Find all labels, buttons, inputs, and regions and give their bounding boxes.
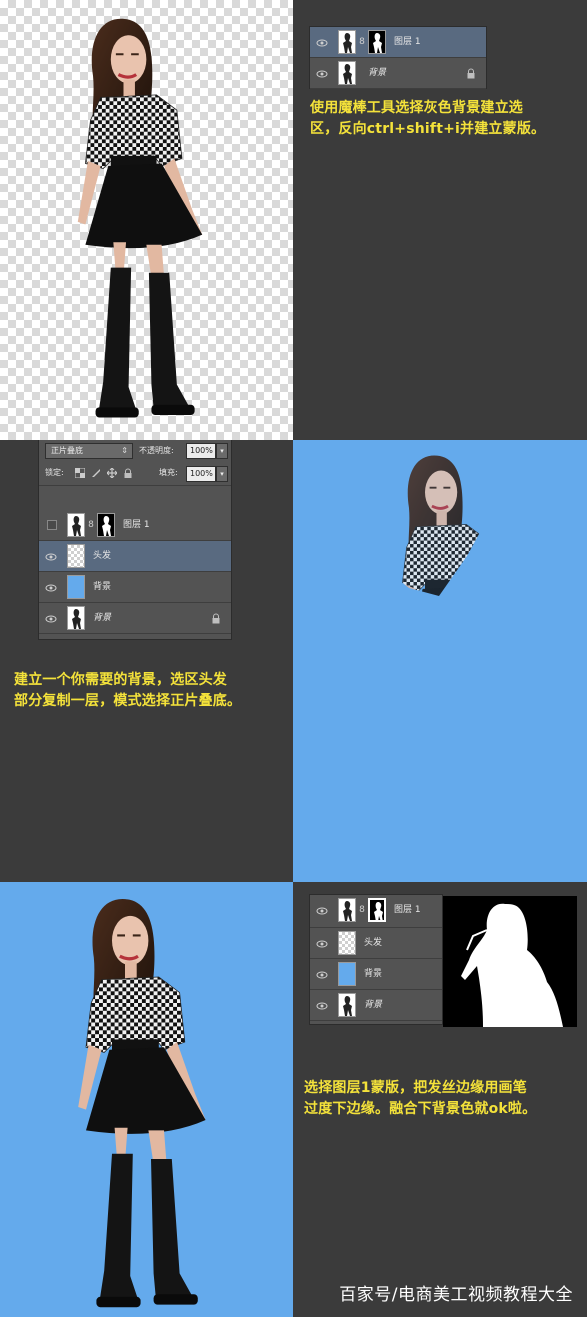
- link-icon[interactable]: 8: [87, 519, 95, 531]
- caption-line: 建立一个你需要的背景，选区头发: [14, 672, 227, 688]
- layer-name: 图层 1: [394, 37, 421, 47]
- layer-row[interactable]: 8 图层 1: [310, 27, 486, 58]
- lock-toolbar: 锁定: 填充: 100% ▾: [39, 462, 231, 486]
- opacity-label: 不透明度:: [139, 446, 174, 455]
- layers-panel-step3: 8 图层 1 头发 背景 背景: [309, 894, 443, 1025]
- eye-icon[interactable]: [316, 68, 328, 80]
- layer-row[interactable]: 8 图层 1: [310, 895, 442, 928]
- layer-row[interactable]: 背景: [310, 990, 442, 1021]
- eye-icon[interactable]: [316, 37, 328, 49]
- eye-icon[interactable]: [316, 969, 328, 981]
- hair-layer-image: [393, 454, 491, 596]
- layer-thumbnail: [67, 606, 85, 630]
- step2-blue-canvas: [293, 440, 587, 882]
- layer-name: 头发: [364, 938, 383, 948]
- watermark-text: 百家号/电商美工视频教程大全: [339, 1285, 573, 1305]
- caption-line: 部分复制一层，模式选择正片叠底。: [14, 693, 242, 709]
- layer-thumbnail: [67, 544, 85, 568]
- layer-name: 背景: [364, 1000, 383, 1010]
- layer-name: 图层 1: [394, 905, 421, 915]
- blend-mode-value: 正片叠底: [51, 446, 83, 455]
- opacity-input[interactable]: 100%: [186, 443, 216, 459]
- layer-thumbnail: [338, 931, 356, 955]
- layer-row[interactable]: 头发: [310, 928, 442, 959]
- link-icon[interactable]: 8: [358, 36, 366, 48]
- layer-thumbnail: [338, 993, 356, 1017]
- woman-cutout-image: [76, 17, 204, 420]
- layer-row[interactable]: 背景: [310, 58, 486, 89]
- layer-row[interactable]: 背景: [39, 603, 231, 634]
- link-icon[interactable]: 8: [358, 904, 366, 916]
- layer-row[interactable]: 头发: [39, 541, 231, 572]
- caption-line: 使用魔棒工具选择灰色背景建立选: [310, 100, 523, 116]
- layer-name: 背景: [368, 68, 387, 78]
- step1-transparent-canvas: [0, 0, 293, 440]
- visibility-checkbox[interactable]: [47, 520, 57, 530]
- layer-name: 图层 1: [123, 520, 150, 530]
- layer-thumbnail: [338, 898, 356, 922]
- layer-thumbnail: [338, 962, 356, 986]
- caption-line: 区，反向ctrl+shift+i并建立蒙版。: [310, 121, 546, 137]
- layer-row[interactable]: 8 图层 1: [39, 510, 231, 541]
- move-icon[interactable]: [107, 468, 117, 478]
- chevron-down-icon: ⇕: [121, 446, 128, 455]
- layer-row[interactable]: 背景: [39, 572, 231, 603]
- layer-name: 背景: [364, 969, 383, 979]
- layer-thumbnail: [67, 513, 85, 537]
- woman-on-blue-image: [76, 897, 208, 1309]
- layer-mask-thumbnail[interactable]: [97, 513, 115, 537]
- layer-row[interactable]: 背景: [310, 959, 442, 990]
- lock-transparent-icon[interactable]: [75, 468, 85, 478]
- step3-result-canvas: [0, 882, 293, 1317]
- layer-thumbnail: [338, 30, 356, 54]
- step1-panel-area: 8 图层 1 背景 使用魔棒工具选择灰色背景建立选 区，反向ctrl+shift…: [293, 0, 587, 440]
- lock-icon: [467, 68, 475, 79]
- caption-line: 选择图层1蒙版，把发丝边缘用画笔: [304, 1080, 527, 1096]
- caption-line: 过度下边缘。融合下背景色就ok啦。: [304, 1101, 537, 1117]
- eye-icon[interactable]: [316, 1000, 328, 1012]
- step1-caption: 使用魔棒工具选择灰色背景建立选 区，反向ctrl+shift+i并建立蒙版。: [310, 98, 545, 140]
- eye-icon[interactable]: [45, 582, 57, 594]
- lock-icon: [212, 613, 220, 624]
- blend-toolbar: 正片叠底 ⇕ 不透明度: 100% ▾: [39, 440, 231, 462]
- layer-mask-thumbnail[interactable]: [368, 898, 386, 922]
- layers-panel-step1: 8 图层 1 背景: [309, 26, 487, 89]
- eye-icon[interactable]: [316, 905, 328, 917]
- fill-stepper[interactable]: ▾: [216, 466, 228, 482]
- layers-panel-step2: 正片叠底 ⇕ 不透明度: 100% ▾ 锁定: 填充: 100% ▾ 8 图层 …: [38, 440, 232, 640]
- step2-panel-area: 正片叠底 ⇕ 不透明度: 100% ▾ 锁定: 填充: 100% ▾ 8 图层 …: [0, 440, 293, 882]
- eye-icon[interactable]: [45, 551, 57, 563]
- layer-thumbnail: [338, 61, 356, 85]
- eye-icon[interactable]: [316, 938, 328, 950]
- step2-caption: 建立一个你需要的背景，选区头发 部分复制一层，模式选择正片叠底。: [14, 670, 241, 712]
- layer-name: 背景: [93, 582, 112, 592]
- layer-thumbnail: [67, 575, 85, 599]
- brush-icon[interactable]: [91, 468, 101, 478]
- layer-mask-thumbnail[interactable]: [368, 30, 386, 54]
- eye-icon[interactable]: [45, 613, 57, 625]
- step3-caption: 选择图层1蒙版，把发丝边缘用画笔 过度下边缘。融合下背景色就ok啦。: [304, 1078, 536, 1120]
- step3-panel-area: 8 图层 1 头发 背景 背景 选择图层1蒙版，把发丝边缘用画笔 过度下边缘。融…: [293, 882, 587, 1317]
- mask-preview: [443, 896, 577, 1027]
- lock-icon[interactable]: [123, 468, 133, 478]
- fill-label: 填充:: [159, 468, 178, 477]
- lock-label: 锁定:: [45, 468, 64, 477]
- opacity-stepper[interactable]: ▾: [216, 443, 228, 459]
- layer-name: 背景: [93, 613, 112, 623]
- fill-input[interactable]: 100%: [186, 466, 216, 482]
- blend-mode-dropdown[interactable]: 正片叠底 ⇕: [45, 443, 133, 459]
- mask-silhouette-image: [461, 903, 563, 1027]
- layer-name: 头发: [93, 551, 112, 561]
